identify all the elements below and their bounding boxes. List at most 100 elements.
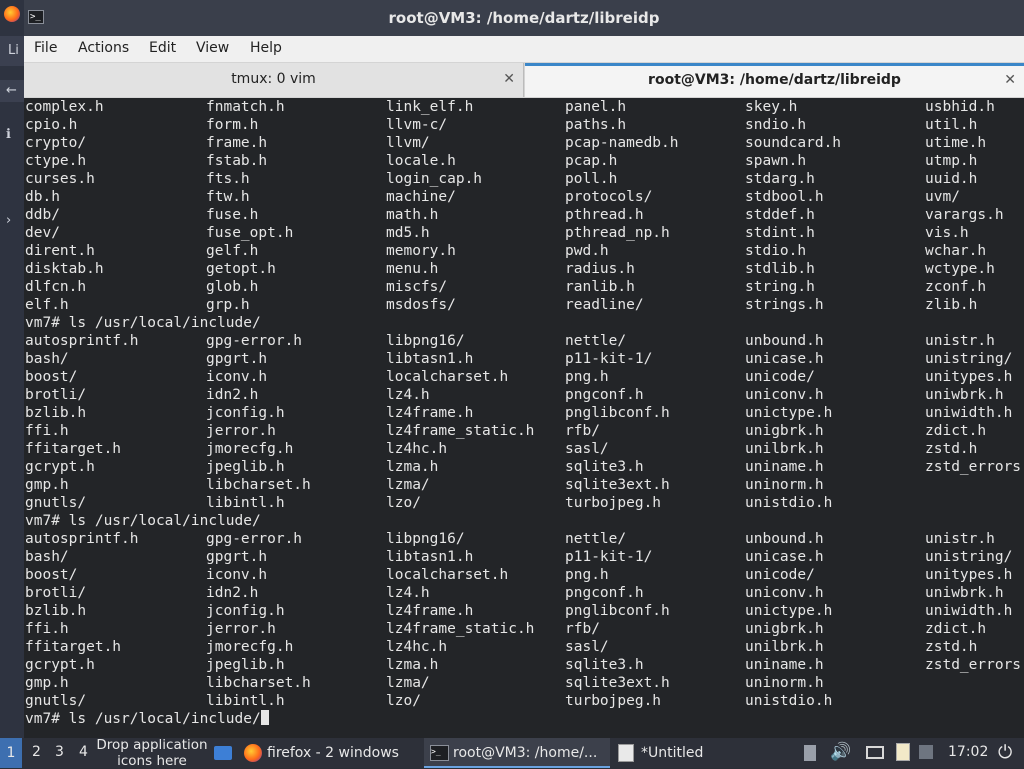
menu-view[interactable]: View	[196, 40, 229, 56]
terminal-entry: elf.h	[25, 297, 69, 313]
terminal-line: elf.h grp.h msdosfs/readline/strings.h zlib…	[25, 296, 1024, 314]
terminal-line: curses.h fts.h login_cap.h poll.h stdarg.h uu…	[25, 170, 1024, 188]
terminal-entry: strings.h	[745, 297, 824, 313]
workspace-1[interactable]: 1	[0, 738, 22, 768]
firefox-icon	[244, 744, 262, 762]
terminal-entry: pcap-namedb.h	[565, 135, 679, 151]
terminal-entry: pnglibconf.h	[565, 603, 670, 619]
terminal-entry: fnmatch.h	[206, 99, 285, 115]
prompt-text: vm7# ls /usr/local/include/	[25, 711, 261, 727]
terminal-entry: png.h	[565, 567, 609, 583]
terminal-entry: fstab.h	[206, 153, 268, 169]
terminal-line: gnutls/libintl.h lzo/turbojpeg.h unistdio.…	[25, 692, 1024, 710]
tab-label: root@VM3: /home/dartz/libreidp	[648, 72, 901, 88]
terminal-entry: curses.h	[25, 171, 95, 187]
terminal-entry: jpeglib.h	[206, 657, 285, 673]
terminal-entry: lz4frame.h	[386, 405, 474, 421]
notes-icon[interactable]	[896, 743, 910, 761]
terminal-entry: varargs.h	[925, 207, 1004, 223]
taskbar-item-terminal[interactable]: >_ root@VM3: /home/...	[424, 738, 610, 768]
terminal-prompt[interactable]: vm7# ls /usr/local/include/	[25, 710, 269, 728]
close-tab-icon[interactable]: ✕	[503, 63, 515, 95]
firefox-desktop-icon[interactable]	[4, 6, 20, 22]
tab-root-shell[interactable]: root@VM3: /home/dartz/libreidp ✕	[525, 63, 1024, 97]
terminal-entry: libpng16/	[386, 333, 465, 349]
terminal-line: gnutls/libintl.h lzo/turbojpeg.h unistdio.…	[25, 494, 1024, 512]
taskbar-item-label: root@VM3: /home/...	[453, 745, 598, 761]
terminal-entry: jconfig.h	[206, 603, 285, 619]
taskbar-item-firefox[interactable]: firefox - 2 windows	[240, 738, 420, 768]
menu-edit[interactable]: Edit	[149, 40, 176, 56]
clipboard-icon[interactable]	[804, 745, 816, 761]
menu-file[interactable]: File	[34, 40, 57, 56]
terminal-entry: soundcard.h	[745, 135, 842, 151]
terminal-entry: libcharset.h	[206, 675, 311, 691]
terminal-line: dirent.h gelf.h memory.h pwd.h stdio.h wchar.…	[25, 242, 1024, 260]
terminal-entry: spawn.h	[745, 153, 807, 169]
terminal-entry: llvm/	[386, 135, 430, 151]
taskbar-item-label: firefox - 2 windows	[267, 745, 399, 761]
terminal-entry: panel.h	[565, 99, 627, 115]
terminal-output[interactable]: complex.h fnmatch.h link_elf.h panel.h skey.…	[24, 98, 1024, 738]
terminal-entry: uniwidth.h	[925, 603, 1013, 619]
text-editor-icon	[618, 744, 634, 762]
terminal-entry: vis.h	[925, 225, 969, 241]
power-icon[interactable]: ⏻	[998, 742, 1012, 763]
terminal-entry: gnutls/	[25, 693, 87, 709]
terminal-entry: png.h	[565, 369, 609, 385]
terminal-entry: stddef.h	[745, 207, 815, 223]
terminal-entry: gnutls/	[25, 495, 87, 511]
terminal-entry: sqlite3ext.h	[565, 675, 670, 691]
terminal-entry: pthread_np.h	[565, 225, 670, 241]
tab-tmux-vim[interactable]: tmux: 0 vim ✕	[24, 63, 524, 97]
terminal-entry: stdint.h	[745, 225, 815, 241]
terminal-entry: unigbrk.h	[745, 621, 824, 637]
network-icon[interactable]	[866, 746, 884, 759]
terminal-entry: math.h	[386, 207, 439, 223]
terminal-entry: jerror.h	[206, 621, 276, 637]
terminal-entry: uninorm.h	[745, 675, 824, 691]
menu-help[interactable]: Help	[250, 40, 282, 56]
terminal-entry: lzma.h	[386, 459, 439, 475]
terminal-line: complex.h fnmatch.h link_elf.h panel.h skey.…	[25, 98, 1024, 116]
terminal-entry: ddb/	[25, 207, 60, 223]
terminal-line: bzlib.h jconfig.h lz4frame.h pnglibconf.h un…	[25, 602, 1024, 620]
workspace-3[interactable]: 3	[55, 744, 64, 760]
terminal-entry: nettle/	[565, 531, 627, 547]
show-desktop-icon[interactable]	[214, 746, 232, 760]
terminal-entry: paths.h	[565, 117, 627, 133]
terminal-entry: pnglibconf.h	[565, 405, 670, 421]
terminal-line: gmp.h libcharset.h lzma/sqlite3ext.h uninor…	[25, 476, 1024, 494]
volume-icon[interactable]: 🔊	[830, 742, 851, 762]
workspace-2[interactable]: 2	[32, 744, 41, 760]
terminal-line: gmp.h libcharset.h lzma/sqlite3ext.h uninor…	[25, 674, 1024, 692]
workspace-4[interactable]: 4	[79, 744, 88, 760]
terminal-entry: gcrypt.h	[25, 657, 95, 673]
terminal-entry: ffi.h	[25, 621, 69, 637]
terminal-entry: localcharset.h	[386, 369, 509, 385]
terminal-entry: boost/	[25, 369, 78, 385]
terminal-entry: iconv.h	[206, 567, 268, 583]
terminal-entry: rfb/	[565, 423, 600, 439]
terminal-entry: frame.h	[206, 135, 268, 151]
terminal-entry: uniname.h	[745, 459, 824, 475]
terminal-entry: radius.h	[565, 261, 635, 277]
window-titlebar[interactable]: >_ root@VM3: /home/dartz/libreidp	[24, 0, 1024, 36]
terminal-entry: pngconf.h	[565, 387, 644, 403]
terminal-entry: boost/	[25, 567, 78, 583]
notification-icon[interactable]	[919, 745, 933, 759]
terminal-entry: lz4frame_static.h	[386, 621, 535, 637]
terminal-entry: libtasn1.h	[386, 351, 474, 367]
menu-actions[interactable]: Actions	[78, 40, 129, 56]
terminal-entry: lzma.h	[386, 657, 439, 673]
terminal-entry: libintl.h	[206, 693, 285, 709]
terminal-entry: stdlib.h	[745, 261, 815, 277]
terminal-entry: unilbrk.h	[745, 441, 824, 457]
terminal-entry: idn2.h	[206, 585, 259, 601]
terminal-entry: vm7# ls /usr/local/include/	[25, 315, 261, 331]
close-tab-icon[interactable]: ✕	[1004, 66, 1016, 94]
terminal-entry: uuid.h	[925, 171, 978, 187]
clock[interactable]: 17:02	[948, 744, 988, 760]
taskbar-item-editor[interactable]: *Untitled	[614, 738, 794, 768]
terminal-entry: gcrypt.h	[25, 459, 95, 475]
